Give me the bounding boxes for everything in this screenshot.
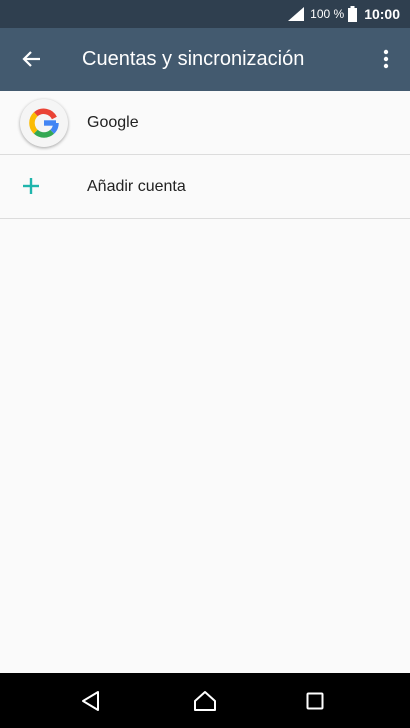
add-account-item[interactable]: Añadir cuenta — [0, 155, 410, 219]
recents-square-icon — [306, 692, 324, 709]
back-triangle-icon — [82, 690, 99, 711]
nav-back-button[interactable] — [61, 673, 121, 728]
clock: 10:00 — [364, 6, 400, 22]
account-label-google: Google — [87, 114, 139, 131]
back-arrow-icon — [22, 51, 40, 67]
home-icon — [194, 690, 216, 711]
battery-percentage: 100 % — [310, 7, 345, 21]
signal-icon — [288, 7, 305, 21]
plus-icon — [23, 178, 39, 194]
more-options-button[interactable] — [368, 37, 404, 81]
google-logo-icon — [20, 99, 68, 147]
nav-home-button[interactable] — [175, 673, 235, 728]
accounts-list: Google Añadir cuenta — [0, 91, 410, 219]
battery-icon — [348, 6, 358, 22]
back-button[interactable] — [10, 37, 54, 81]
status-bar: 100 % 10:00 — [0, 0, 410, 28]
nav-recents-button[interactable] — [285, 673, 345, 728]
page-title: Cuentas y sincronización — [82, 48, 305, 70]
status-indicators: 100 % 10:00 — [288, 0, 400, 28]
add-account-label: Añadir cuenta — [87, 178, 186, 195]
more-vert-icon — [383, 49, 389, 69]
account-item-google[interactable]: Google — [0, 91, 410, 155]
app-bar: Cuentas y sincronización — [0, 28, 410, 91]
navigation-bar — [0, 673, 410, 728]
